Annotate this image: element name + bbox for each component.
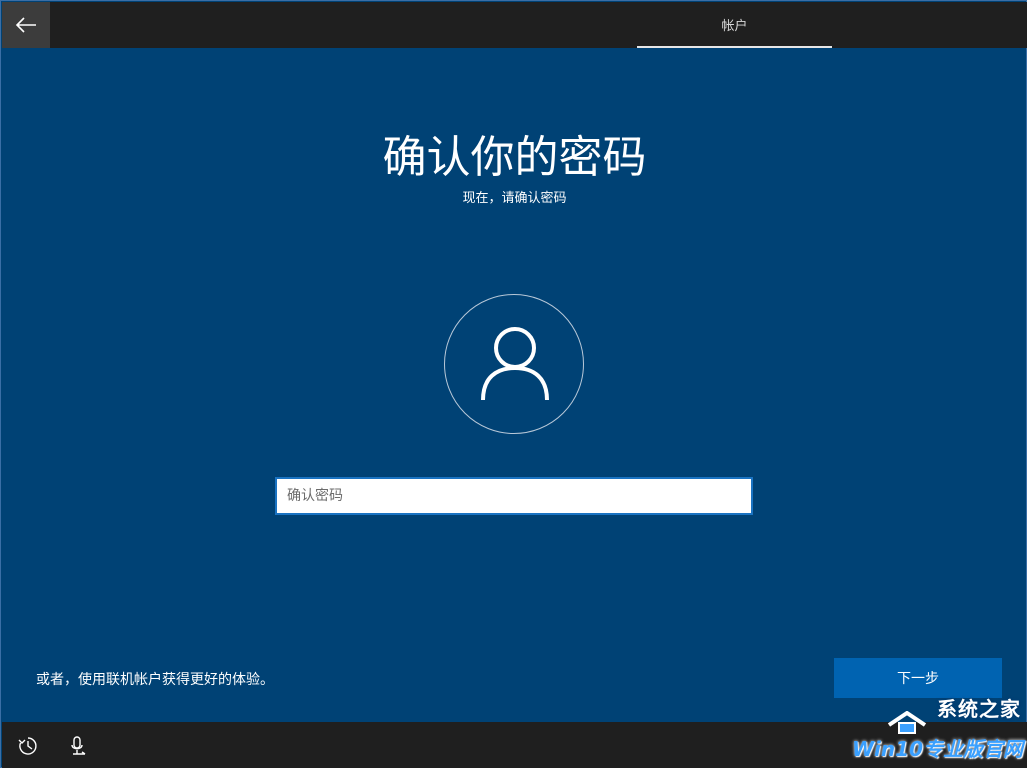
watermark-subtitle: Win10专业版官网 — [852, 737, 1023, 761]
page-subtitle: 现在，请确认密码 — [462, 191, 567, 206]
online-account-link[interactable]: 或者，使用联机帐户获得更好的体验。 — [36, 669, 274, 689]
ease-of-access-icon — [18, 737, 37, 755]
microphone-button[interactable] — [68, 736, 88, 756]
back-button[interactable] — [2, 2, 50, 48]
site-watermark: 系统之家 Win10专业版官网 — [847, 689, 1027, 767]
confirm-password-input[interactable] — [275, 477, 753, 515]
avatar — [444, 294, 584, 434]
tab-account[interactable]: 帐户 — [637, 2, 832, 48]
arrow-left-icon — [15, 17, 36, 33]
watermark-brand: 系统之家 — [937, 697, 1021, 721]
oobe-window: 帐户 确认你的密码 现在，请确认密码 或者，使用联机帐户获得更好的体验。 下一步 — [0, 0, 1027, 768]
ease-of-access-button[interactable] — [18, 736, 38, 756]
page-title: 确认你的密码 — [382, 132, 647, 183]
house-logo-icon — [887, 711, 927, 734]
microphone-icon — [71, 736, 86, 755]
top-bar: 帐户 — [2, 2, 1027, 48]
user-icon — [481, 327, 549, 401]
